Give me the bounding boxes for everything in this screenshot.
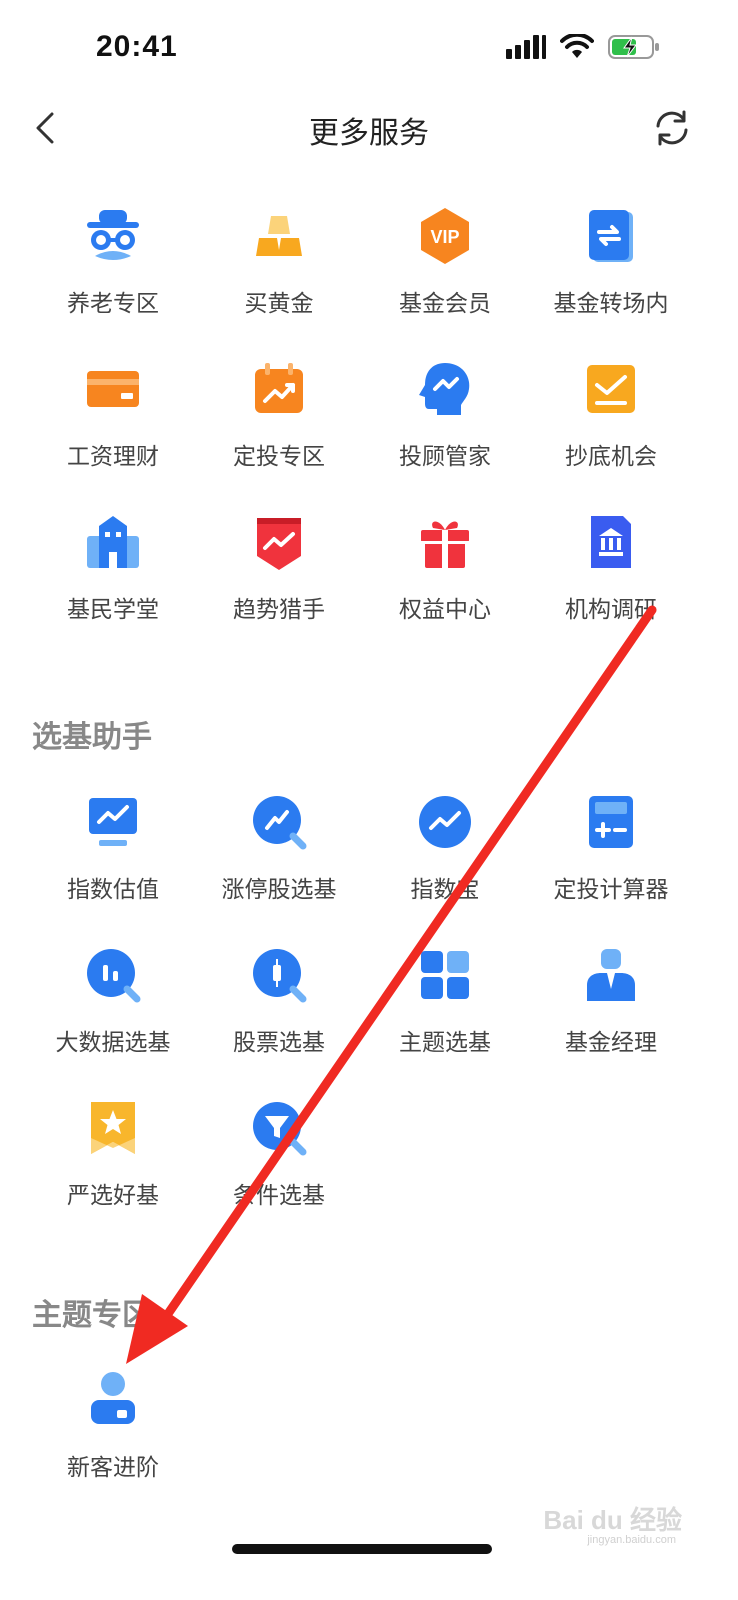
service-label: 投顾管家 (399, 443, 491, 469)
helper-label: 大数据选基 (55, 1029, 171, 1055)
calendar-trend-icon (249, 359, 309, 419)
helper-label: 指数宝 (410, 876, 480, 902)
nav-bar: 更多服务 (0, 100, 738, 156)
helper-label: 指数估值 (67, 876, 159, 902)
service-vip[interactable]: VIP 基金会员 (362, 200, 528, 353)
vip-badge-icon: VIP (415, 206, 475, 266)
service-transfer[interactable]: 基金转场内 (528, 200, 694, 353)
service-bottom-fishing[interactable]: 抄底机会 (528, 353, 694, 506)
new-user-icon (83, 1370, 143, 1430)
helper-label: 主题选基 (399, 1029, 491, 1055)
advisor-head-icon (415, 359, 475, 419)
gift-box-icon (415, 512, 475, 572)
service-label: 权益中心 (399, 596, 491, 622)
helper-index-bao[interactable]: 指数宝 (362, 786, 528, 939)
theme-label: 新客进阶 (67, 1454, 159, 1480)
service-fixed-invest[interactable]: 定投专区 (196, 353, 362, 506)
fund-helper-grid: 指数估值 涨停股选基 指数宝 定投计算器 大数据选基 股票选基 主题选基 基金经… (30, 786, 696, 1245)
service-rights[interactable]: 权益中心 (362, 506, 528, 659)
service-label: 定投专区 (233, 443, 325, 469)
battery-charging-icon (608, 35, 659, 59)
trend-check-icon (581, 359, 641, 419)
helper-big-data[interactable]: 大数据选基 (30, 939, 196, 1092)
refresh-icon (656, 110, 688, 146)
section-title-fund-helper: 选基助手 (32, 721, 152, 754)
status-time: 20:41 (96, 30, 178, 63)
status-bar: 20:41 (0, 0, 738, 100)
page-title: 更多服务 (309, 117, 429, 150)
service-label: 趋势猎手 (233, 596, 325, 622)
trend-shield-icon (249, 512, 309, 572)
helper-calculator[interactable]: 定投计算器 (528, 786, 694, 939)
helper-condition[interactable]: 条件选基 (196, 1092, 362, 1245)
service-salary[interactable]: 工资理财 (30, 353, 196, 506)
service-label: 基金会员 (399, 290, 491, 316)
refresh-button[interactable] (650, 106, 694, 150)
service-institution[interactable]: 机构调研 (528, 506, 694, 659)
service-gold[interactable]: 买黄金 (196, 200, 362, 353)
baidu-watermark: Bai du 经验 (543, 1505, 682, 1535)
services-grid: 养老专区 买黄金 VIP 基金会员 基金转场内 工资理财 定投专区 投顾管家 抄… (30, 200, 696, 659)
service-label: 养老专区 (67, 290, 159, 316)
calculator-icon (581, 792, 641, 852)
search-trend-icon (249, 792, 309, 852)
home-indicator[interactable] (232, 1544, 492, 1554)
gold-bars-icon (249, 206, 309, 266)
star-bookmark-icon (83, 1098, 143, 1158)
service-label: 买黄金 (244, 290, 314, 316)
theme-zone-grid: 新客进阶 (30, 1364, 696, 1517)
service-label: 工资理财 (67, 443, 159, 469)
trend-circle-icon (415, 792, 475, 852)
helper-fund-manager[interactable]: 基金经理 (528, 939, 694, 1092)
helper-label: 严选好基 (67, 1182, 159, 1208)
theme-new-user[interactable]: 新客进阶 (30, 1364, 196, 1517)
grid-tiles-icon (415, 945, 475, 1005)
helper-label: 股票选基 (233, 1029, 325, 1055)
helper-label: 基金经理 (565, 1029, 657, 1055)
helper-label: 定投计算器 (553, 876, 669, 902)
wifi-icon (560, 34, 594, 58)
service-label: 基民学堂 (67, 596, 159, 622)
helper-label: 条件选基 (233, 1182, 325, 1208)
search-filter-icon (249, 1098, 309, 1158)
manager-icon (581, 945, 641, 1005)
helper-stock[interactable]: 股票选基 (196, 939, 362, 1092)
monitor-chart-icon (83, 792, 143, 852)
service-elder[interactable]: 养老专区 (30, 200, 196, 353)
school-building-icon (83, 512, 143, 572)
service-label: 机构调研 (565, 596, 657, 622)
helper-limit-up[interactable]: 涨停股选基 (196, 786, 362, 939)
helper-index-valuation[interactable]: 指数估值 (30, 786, 196, 939)
card-icon (83, 359, 143, 419)
section-title-theme-zone: 主题专区 (32, 1299, 152, 1332)
status-icons (506, 34, 660, 60)
elder-icon (83, 206, 143, 266)
helper-strict-select[interactable]: 严选好基 (30, 1092, 196, 1245)
institution-icon (581, 512, 641, 572)
service-label: 基金转场内 (553, 290, 669, 316)
search-candle-icon (249, 945, 309, 1005)
service-label: 抄底机会 (565, 443, 657, 469)
service-trend-hunter[interactable]: 趋势猎手 (196, 506, 362, 659)
helper-label: 涨停股选基 (221, 876, 337, 902)
svg-text:VIP: VIP (430, 227, 459, 247)
transfer-icon (581, 206, 641, 266)
cellular-signal-icon (506, 35, 546, 59)
service-school[interactable]: 基民学堂 (30, 506, 196, 659)
baidu-watermark-url: jingyan.baidu.com (587, 1534, 676, 1546)
search-bars-icon (83, 945, 143, 1005)
service-advisor[interactable]: 投顾管家 (362, 353, 528, 506)
helper-theme[interactable]: 主题选基 (362, 939, 528, 1092)
